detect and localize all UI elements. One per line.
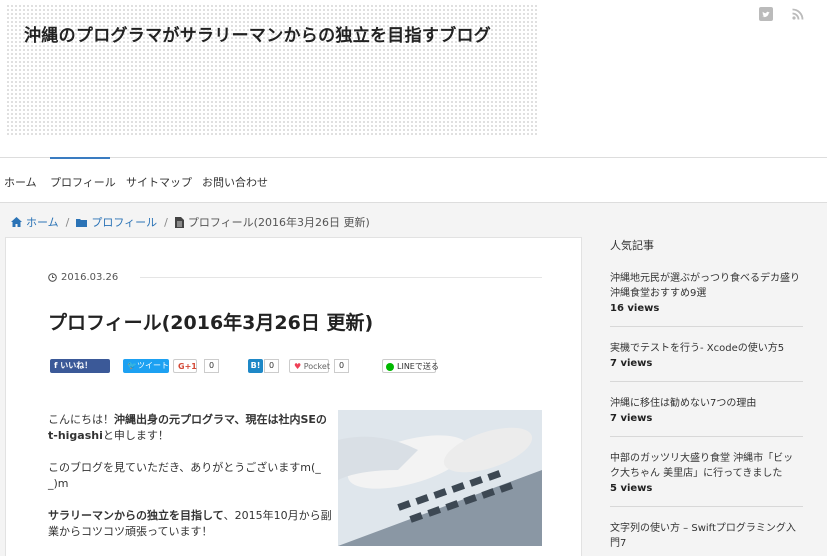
pocket-count: 0	[334, 359, 350, 373]
breadcrumb-separator: /	[164, 215, 168, 229]
view-count: 5 views	[610, 483, 653, 494]
document-icon	[174, 216, 184, 228]
twitter-tweet-button[interactable]: 🐦ツイート	[123, 359, 169, 373]
keyboard-photo	[338, 410, 542, 546]
article-card: 2016.03.26 プロフィール(2016年3月26日 更新) f いいね！ …	[5, 237, 582, 556]
site-header: 沖縄のプログラマがサラリーマンからの独立を目指すブログ	[0, 0, 827, 157]
twitter-bird-icon: 🐦	[127, 361, 137, 370]
list-item[interactable]: 沖縄地元民が選ぶがっつり食べるデカ盛り沖縄食堂おすすめ9選 16 views	[610, 271, 803, 327]
share-buttons: f いいね！ 🐦ツイート G+1 0 B! 0 ♥ Pocket 0 LINEで…	[50, 359, 550, 375]
breadcrumb-category-link[interactable]: プロフィール	[91, 214, 157, 230]
clock-icon	[48, 273, 57, 282]
nav-item-contact[interactable]: お問い合わせ	[202, 174, 268, 190]
breadcrumb-home-link[interactable]: ホーム	[26, 214, 59, 230]
list-item[interactable]: 実機でテストを行う- Xcodeの使い方5 7 views	[610, 341, 803, 382]
hatena-bookmark-button[interactable]: B!	[248, 359, 263, 373]
view-count: 16 views	[610, 303, 660, 314]
list-item[interactable]: 文字列の使い方 – Swiftプログラミング入門7	[610, 521, 803, 556]
google-plus-button[interactable]: G+1	[173, 359, 197, 373]
paragraph: こんにちは！沖縄出身の元プログラマ、現在は社内SEのt-higashiと申します…	[48, 413, 327, 442]
site-title[interactable]: 沖縄のプログラマがサラリーマンからの独立を目指すブログ	[24, 21, 491, 46]
paragraph: サラリーマンからの独立を目指して、2015年10月から副業からコツコツ頑張ってい…	[48, 509, 332, 538]
breadcrumb-current: プロフィール(2016年3月26日 更新)	[187, 216, 370, 229]
nav-active-indicator	[50, 157, 110, 159]
popular-post-link[interactable]: 中部のガッツリ大盛り食堂 沖縄市「ビック大ちゃん 美里店」に行ってきました	[610, 451, 803, 481]
main-nav: ホーム プロフィール サイトマップ お問い合わせ	[0, 157, 827, 203]
popular-post-link[interactable]: 沖縄地元民が選ぶがっつり食べるデカ盛り沖縄食堂おすすめ9選	[610, 271, 803, 301]
home-icon	[11, 217, 22, 227]
hatena-count: 0	[264, 359, 280, 373]
post-title: プロフィール(2016年3月26日 更新)	[48, 312, 374, 334]
list-item[interactable]: 中部のガッツリ大盛り食堂 沖縄市「ビック大ちゃん 美里店」に行ってきました 5 …	[610, 451, 803, 507]
breadcrumb-separator: /	[65, 215, 70, 229]
list-item[interactable]: 沖縄に移住は勧めない7つの理由 7 views	[610, 396, 803, 437]
popular-post-link[interactable]: 沖縄に移住は勧めない7つの理由	[610, 396, 803, 411]
breadcrumb: ホーム / プロフィール / プロフィール(2016年3月26日 更新)	[11, 214, 370, 230]
popular-post-link[interactable]: 文字列の使い方 – Swiftプログラミング入門7	[610, 521, 803, 551]
facebook-like-button[interactable]: f いいね！	[50, 359, 110, 373]
view-count: 7 views	[610, 413, 653, 424]
post-body: こんにちは！沖縄出身の元プログラマ、現在は社内SEのt-higashiと申します…	[48, 412, 333, 556]
nav-item-profile[interactable]: プロフィール	[50, 174, 116, 190]
twitter-icon[interactable]	[759, 6, 773, 21]
nav-item-home[interactable]: ホーム	[4, 174, 37, 190]
rss-icon[interactable]	[791, 6, 805, 20]
date-divider	[140, 277, 542, 278]
line-icon	[386, 363, 394, 371]
view-count: 7 views	[610, 358, 653, 369]
sidebar-popular-posts: 人気記事 沖縄地元民が選ぶがっつり食べるデカ盛り沖縄食堂おすすめ9選 16 vi…	[610, 237, 803, 556]
sidebar-heading: 人気記事	[610, 239, 654, 252]
paragraph: このブログを見ていただき、ありがとうございますm(_ _)m	[48, 461, 321, 490]
pocket-icon: ♥	[294, 362, 304, 371]
header-social-icons	[759, 6, 805, 21]
post-date-text: 2016.03.26	[61, 272, 119, 283]
nav-item-sitemap[interactable]: サイトマップ	[126, 174, 192, 190]
google-plus-count: 0	[204, 359, 220, 373]
post-date: 2016.03.26	[48, 272, 118, 283]
popular-post-link[interactable]: 実機でテストを行う- Xcodeの使い方5	[610, 341, 803, 356]
line-share-button[interactable]: LINEで送る	[382, 359, 439, 373]
folder-icon	[76, 218, 88, 227]
pocket-button[interactable]: ♥ Pocket	[289, 359, 330, 373]
